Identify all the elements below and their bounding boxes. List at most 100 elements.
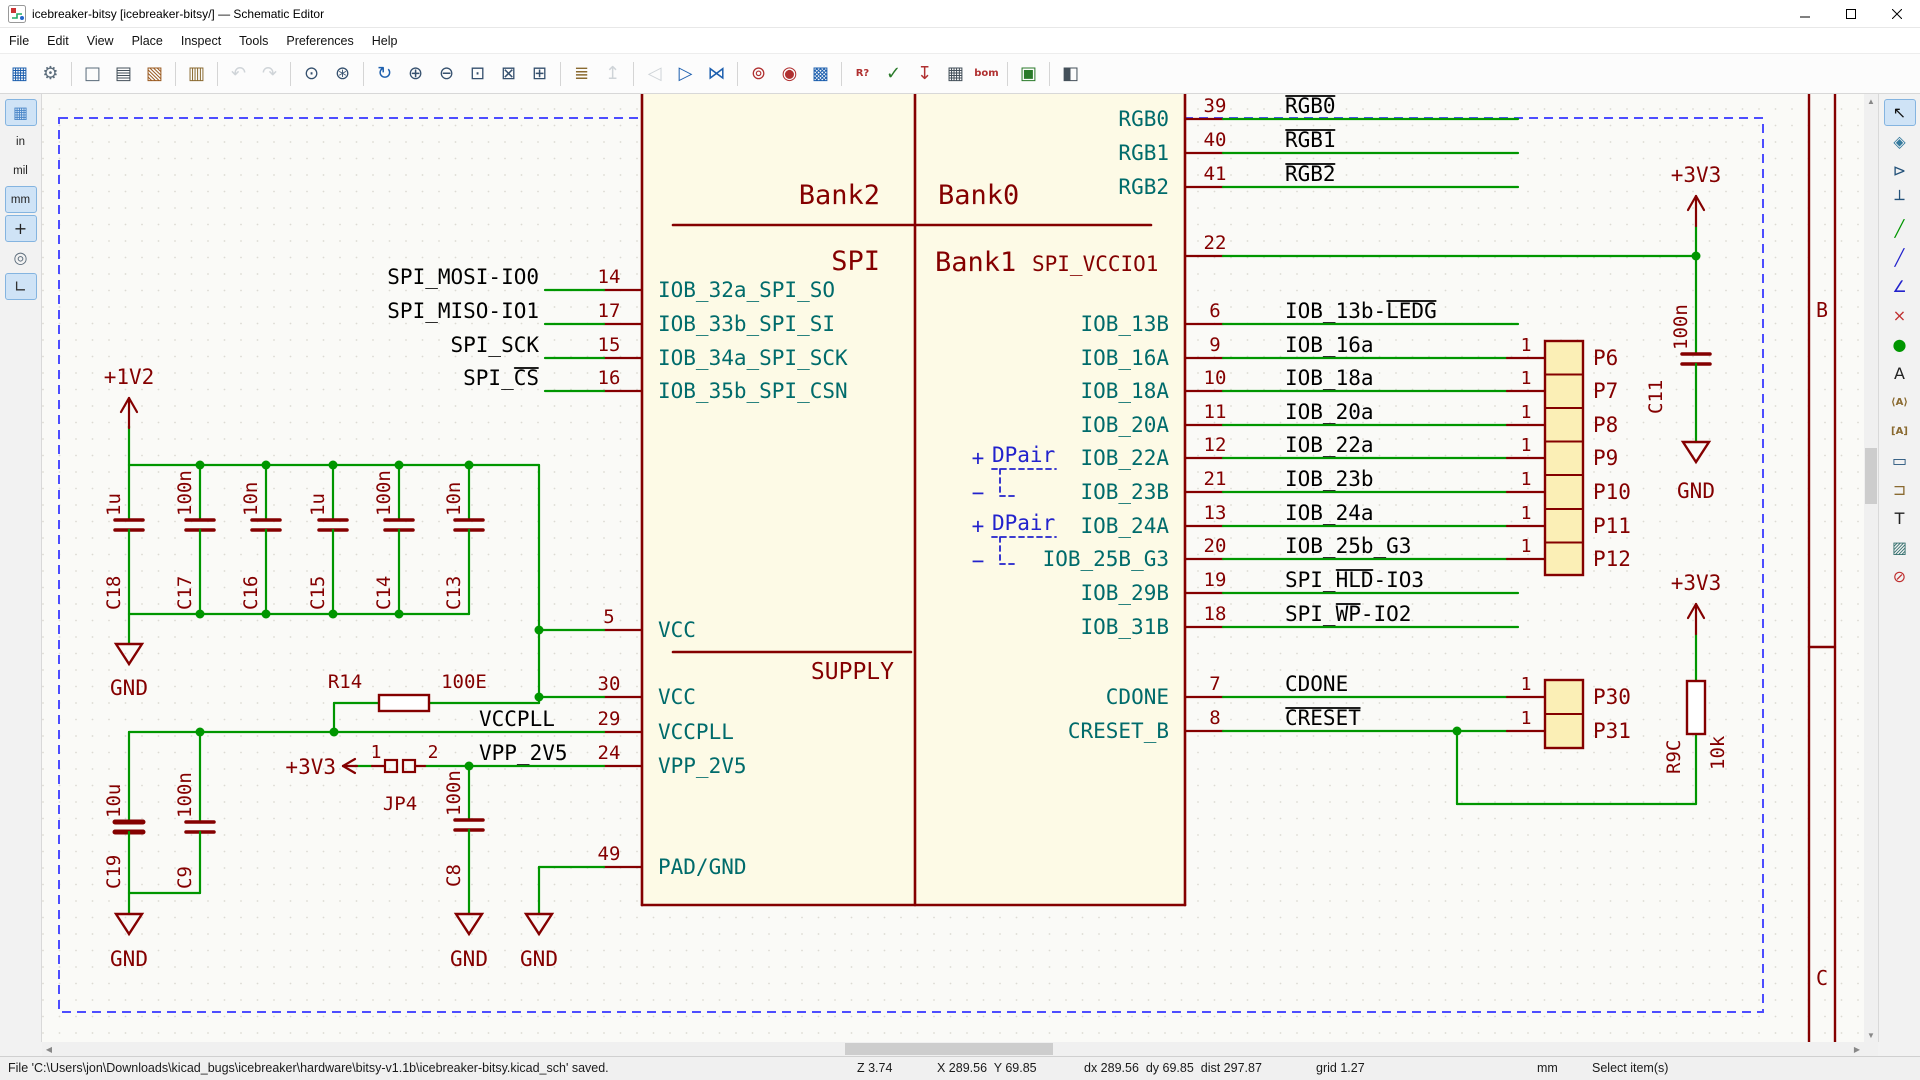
connector-symbol[interactable]: [1545, 341, 1583, 575]
net-label[interactable]: RGB0: [1285, 94, 1336, 118]
gnd-label[interactable]: GND: [110, 676, 148, 700]
pin-name[interactable]: IOB_32a_SPI_SO: [658, 278, 835, 302]
pin-number[interactable]: 20: [1204, 535, 1227, 557]
pin-number[interactable]: 21: [1204, 468, 1227, 490]
component-ref[interactable]: R14: [328, 671, 362, 693]
pin-name[interactable]: P6: [1593, 346, 1618, 370]
draw-wire-tool-button[interactable]: ╱: [1884, 215, 1916, 242]
menu-place[interactable]: Place: [123, 30, 172, 52]
hv-wires-button[interactable]: ∟: [5, 273, 37, 300]
zoom-fit-button[interactable]: ⊡: [463, 59, 492, 88]
pin-name[interactable]: CRESET_B: [1068, 719, 1169, 743]
pin-name[interactable]: IOB_35b_SPI_CSN: [658, 379, 848, 403]
find-replace-button[interactable]: ⊛: [328, 59, 357, 88]
pin-name[interactable]: IOB_13B: [1080, 312, 1169, 336]
power-label[interactable]: +3V3: [285, 755, 336, 779]
unit-mils-button[interactable]: mil: [5, 157, 37, 184]
component-ref[interactable]: C8: [443, 864, 465, 887]
net-label[interactable]: SPI_HLD-IO3: [1285, 568, 1424, 592]
pin-name[interactable]: IOB_25B_G3: [1043, 547, 1169, 571]
pin-name[interactable]: IOB_34a_SPI_SCK: [658, 346, 848, 370]
hierarchy-navigator-button[interactable]: ≣: [567, 59, 596, 88]
net-label[interactable]: IOB_18a: [1285, 366, 1374, 390]
no-connect-tool-button[interactable]: ×: [1884, 302, 1916, 329]
pin-name[interactable]: VCCPLL: [658, 720, 734, 744]
menu-file[interactable]: File: [0, 30, 38, 52]
pin-number[interactable]: 1: [1521, 503, 1532, 524]
dpair-label[interactable]: DPair: [992, 511, 1055, 535]
net-label[interactable]: RGB1: [1285, 128, 1336, 152]
scroll-left-icon[interactable]: ◀: [42, 1042, 56, 1056]
pin-name[interactable]: P7: [1593, 379, 1618, 403]
pin-number[interactable]: 8: [1209, 707, 1220, 729]
bus-entry-tool-button[interactable]: ∠: [1884, 273, 1916, 300]
symbol-section-label[interactable]: SPI: [831, 246, 880, 277]
component-ref[interactable]: C14: [373, 576, 395, 610]
menu-help[interactable]: Help: [363, 30, 407, 52]
schematic-svg[interactable]: Bank2Bank0SPIBank1SPI_VCCIO1SUPPLY14IOB_…: [42, 94, 1864, 1042]
menu-preferences[interactable]: Preferences: [277, 30, 362, 52]
annotate-button[interactable]: R?: [848, 59, 877, 88]
pin-name[interactable]: VCC: [658, 618, 696, 642]
pin-number[interactable]: 1: [1521, 708, 1532, 729]
close-button[interactable]: [1874, 0, 1920, 27]
component-value[interactable]: 1u: [103, 493, 125, 516]
check-symbols-button[interactable]: ✓: [879, 59, 908, 88]
pin-number[interactable]: 2: [428, 742, 439, 763]
schematic-canvas[interactable]: Bank2Bank0SPIBank1SPI_VCCIO1SUPPLY14IOB_…: [42, 94, 1864, 1042]
undo-button[interactable]: ↶: [224, 59, 253, 88]
junction[interactable]: [535, 626, 544, 635]
place-power-tool-button[interactable]: ┴: [1884, 186, 1916, 213]
maximize-button[interactable]: [1828, 0, 1874, 27]
print-button[interactable]: ▤: [109, 59, 138, 88]
gnd-label[interactable]: GND: [520, 947, 558, 971]
pin-name[interactable]: IOB_24A: [1080, 514, 1169, 538]
find-button[interactable]: ⊙: [297, 59, 326, 88]
net-label[interactable]: SPI_WP-IO2: [1285, 602, 1411, 626]
pin-number[interactable]: 12: [1204, 434, 1227, 456]
power-label[interactable]: +3V3: [1671, 163, 1722, 187]
unit-inches-button[interactable]: in: [5, 128, 37, 155]
component-ref[interactable]: C9: [174, 866, 196, 889]
dpair-label[interactable]: DPair: [992, 443, 1055, 467]
mirror-button[interactable]: ⋈: [702, 59, 731, 88]
pin-name[interactable]: IOB_20A: [1080, 413, 1169, 437]
gnd-label[interactable]: GND: [1677, 479, 1715, 503]
menu-inspect[interactable]: Inspect: [172, 30, 230, 52]
pin-number[interactable]: 41: [1204, 163, 1227, 185]
power-label[interactable]: +3V3: [1671, 571, 1722, 595]
menu-edit[interactable]: Edit: [38, 30, 78, 52]
pin-name[interactable]: CDONE: [1106, 685, 1169, 709]
place-symbol-tool-button[interactable]: ⊳: [1884, 157, 1916, 184]
title-bar[interactable]: icebreaker-bitsy [icebreaker-bitsy/] — S…: [0, 0, 1920, 28]
unit-mm-button[interactable]: mm: [5, 186, 37, 213]
pin-number[interactable]: 7: [1209, 673, 1220, 695]
schematic-setup-button[interactable]: ⚙: [36, 59, 65, 88]
gnd-label[interactable]: GND: [450, 947, 488, 971]
dpair-minus[interactable]: −: [972, 549, 985, 573]
pin-number[interactable]: 1: [371, 742, 382, 763]
pin-number[interactable]: 1: [1521, 469, 1532, 490]
hierarchical-label-tool-button[interactable]: [A]: [1884, 418, 1916, 445]
pin-number[interactable]: 29: [598, 708, 621, 730]
net-label[interactable]: SPI_MISO-IO1: [387, 299, 539, 323]
symbol-section-label[interactable]: SUPPLY: [811, 659, 894, 685]
net-label[interactable]: VPP_2V5: [479, 741, 568, 765]
component-value[interactable]: 100E: [441, 671, 487, 693]
minimize-button[interactable]: [1782, 0, 1828, 27]
net-label[interactable]: IOB_23b: [1285, 467, 1374, 491]
crosshair-style-button[interactable]: +: [5, 215, 37, 242]
text-tool-button[interactable]: T: [1884, 505, 1916, 532]
redo-button[interactable]: ↷: [255, 59, 284, 88]
pin-name[interactable]: IOB_23B: [1080, 480, 1169, 504]
component-ref[interactable]: JP4: [383, 793, 417, 815]
net-label[interactable]: IOB_22a: [1285, 433, 1374, 457]
update-from-library-button[interactable]: ↧: [910, 59, 939, 88]
hidden-pins-button[interactable]: ◎: [5, 244, 37, 271]
menu-tools[interactable]: Tools: [230, 30, 277, 52]
dpair-minus[interactable]: −: [972, 481, 985, 505]
pin-number[interactable]: 19: [1204, 569, 1227, 591]
pin-number[interactable]: 9: [1209, 334, 1220, 356]
symbol-section-label[interactable]: Bank2: [799, 180, 880, 211]
delete-tool-button[interactable]: ⊘: [1884, 563, 1916, 590]
